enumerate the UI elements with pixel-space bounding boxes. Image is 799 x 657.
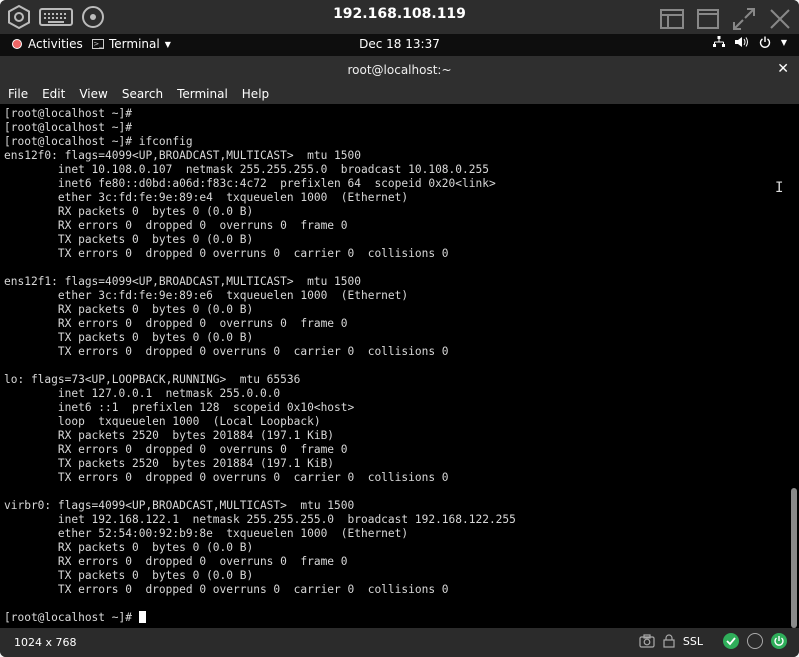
terminal-line: RX errors 0 dropped 0 overruns 0 frame 0 (4, 443, 348, 456)
menu-view[interactable]: View (71, 84, 113, 104)
menu-edit[interactable]: Edit (34, 84, 71, 104)
close-icon[interactable]: ✕ (777, 61, 789, 77)
terminal-line: inet 127.0.0.1 netmask 255.0.0.0 (4, 387, 281, 400)
terminal-line: RX packets 2520 bytes 201884 (197.1 KiB) (4, 429, 335, 442)
terminal-output[interactable]: [root@localhost ~]# [root@localhost ~]# [r… (0, 104, 799, 628)
system-menu[interactable]: ▼ (712, 36, 787, 48)
scrollbar[interactable] (791, 488, 797, 628)
resolution-label: 1024 x 768 (14, 636, 77, 649)
fullscreen-icon[interactable] (731, 6, 757, 32)
check-status-icon (723, 633, 739, 649)
terminal-title: root@localhost:~ (347, 63, 452, 77)
terminal-line: ens12f1: flags=4099<UP,BROADCAST,MULTICA… (4, 275, 361, 288)
lock-icon (663, 634, 675, 648)
terminal-line: TX errors 0 dropped 0 overruns 0 carrier… (4, 471, 449, 484)
terminal-line: virbr0: flags=4099<UP,BROADCAST,MULTICAS… (4, 499, 355, 512)
terminal-line: TX errors 0 dropped 0 overruns 0 carrier… (4, 345, 449, 358)
gnome-top-bar: Activities >_ Terminal ▼ Dec 18 13:37 ▼ (0, 34, 799, 56)
clock[interactable]: Dec 18 13:37 (0, 37, 799, 51)
ssl-label: SSL (682, 634, 703, 648)
terminal-line: RX packets 0 bytes 0 (0.0 B) (4, 205, 254, 218)
camera-icon[interactable] (639, 634, 655, 648)
terminal-line: ether 3c:fd:fe:9e:89:e4 txqueuelen 1000 … (4, 191, 409, 204)
terminal-line: RX packets 0 bytes 0 (0.0 B) (4, 541, 254, 554)
remote-viewer-window: 192.168.108.119 Activities >_ Terminal ▼… (0, 0, 799, 657)
terminal-line: TX packets 2520 bytes 201884 (197.1 KiB) (4, 457, 335, 470)
terminal-cursor (138, 611, 146, 623)
empty-circle-icon (747, 633, 763, 649)
menu-help[interactable]: Help (234, 84, 275, 104)
terminal-line: ens12f0: flags=4099<UP,BROADCAST,MULTICA… (4, 149, 361, 162)
terminal-titlebar: root@localhost:~ ✕ (0, 56, 799, 84)
terminal-line: [root@localhost ~]# (4, 107, 132, 120)
terminal-line: lo: flags=73<UP,LOOPBACK,RUNNING> mtu 65… (4, 373, 301, 386)
terminal-line: ether 3c:fd:fe:9e:89:e6 txqueuelen 1000 … (4, 289, 409, 302)
terminal-line: inet 192.168.122.1 netmask 255.255.255.0… (4, 513, 516, 526)
chevron-down-icon: ▼ (780, 37, 787, 47)
terminal-line: TX errors 0 dropped 0 overruns 0 carrier… (4, 583, 449, 596)
terminal-line: RX errors 0 dropped 0 overruns 0 frame 0 (4, 555, 348, 568)
terminal-line: TX packets 0 bytes 0 (0.0 B) (4, 331, 254, 344)
network-icon (712, 36, 725, 47)
close-icon[interactable] (767, 6, 793, 32)
volume-icon (734, 37, 748, 47)
terminal-line: inet6 fe80::d0bd:a06d:f83c:4c72 prefixle… (4, 177, 496, 190)
terminal-line: RX errors 0 dropped 0 overruns 0 frame 0 (4, 219, 348, 232)
terminal-line: RX packets 0 bytes 0 (0.0 B) (4, 303, 254, 316)
terminal-line: RX errors 0 dropped 0 overruns 0 frame 0 (4, 317, 348, 330)
terminal-prompt: [root@localhost ~]# (4, 611, 139, 624)
power-icon (759, 36, 770, 48)
terminal-line: [root@localhost ~]# (4, 121, 132, 134)
terminal-menubar: File Edit View Search Terminal Help (0, 84, 799, 104)
power-status-icon[interactable] (771, 633, 787, 649)
viewer-status-bar: 1024 x 768 SSL (0, 628, 799, 657)
terminal-line: TX packets 0 bytes 0 (0.0 B) (4, 233, 254, 246)
terminal-line: ether 52:54:00:92:b9:8e txqueuelen 1000 … (4, 527, 409, 540)
menu-search[interactable]: Search (114, 84, 169, 104)
terminal-line: TX errors 0 dropped 0 overruns 0 carrier… (4, 247, 449, 260)
terminal-line: [root@localhost ~]# ifconfig (4, 135, 193, 148)
menu-file[interactable]: File (0, 84, 34, 104)
terminal-prompt-line[interactable]: [root@localhost ~]# (4, 611, 799, 625)
terminal-line: inet 10.108.0.107 netmask 255.255.255.0 … (4, 163, 489, 176)
terminal-line: TX packets 0 bytes 0 (0.0 B) (4, 569, 254, 582)
viewer-toolbar: 192.168.108.119 (0, 0, 799, 34)
window-icon[interactable] (659, 6, 685, 32)
terminal-text: [root@localhost ~]# [root@localhost ~]# [r… (0, 104, 799, 625)
terminal-line: inet6 ::1 prefixlen 128 scopeid 0x10<hos… (4, 401, 355, 414)
terminal-line: loop txqueuelen 1000 (Local Loopback) (4, 415, 321, 428)
menu-terminal[interactable]: Terminal (169, 84, 234, 104)
text-cursor-icon: I (775, 180, 784, 196)
maximize-icon[interactable] (695, 6, 721, 32)
